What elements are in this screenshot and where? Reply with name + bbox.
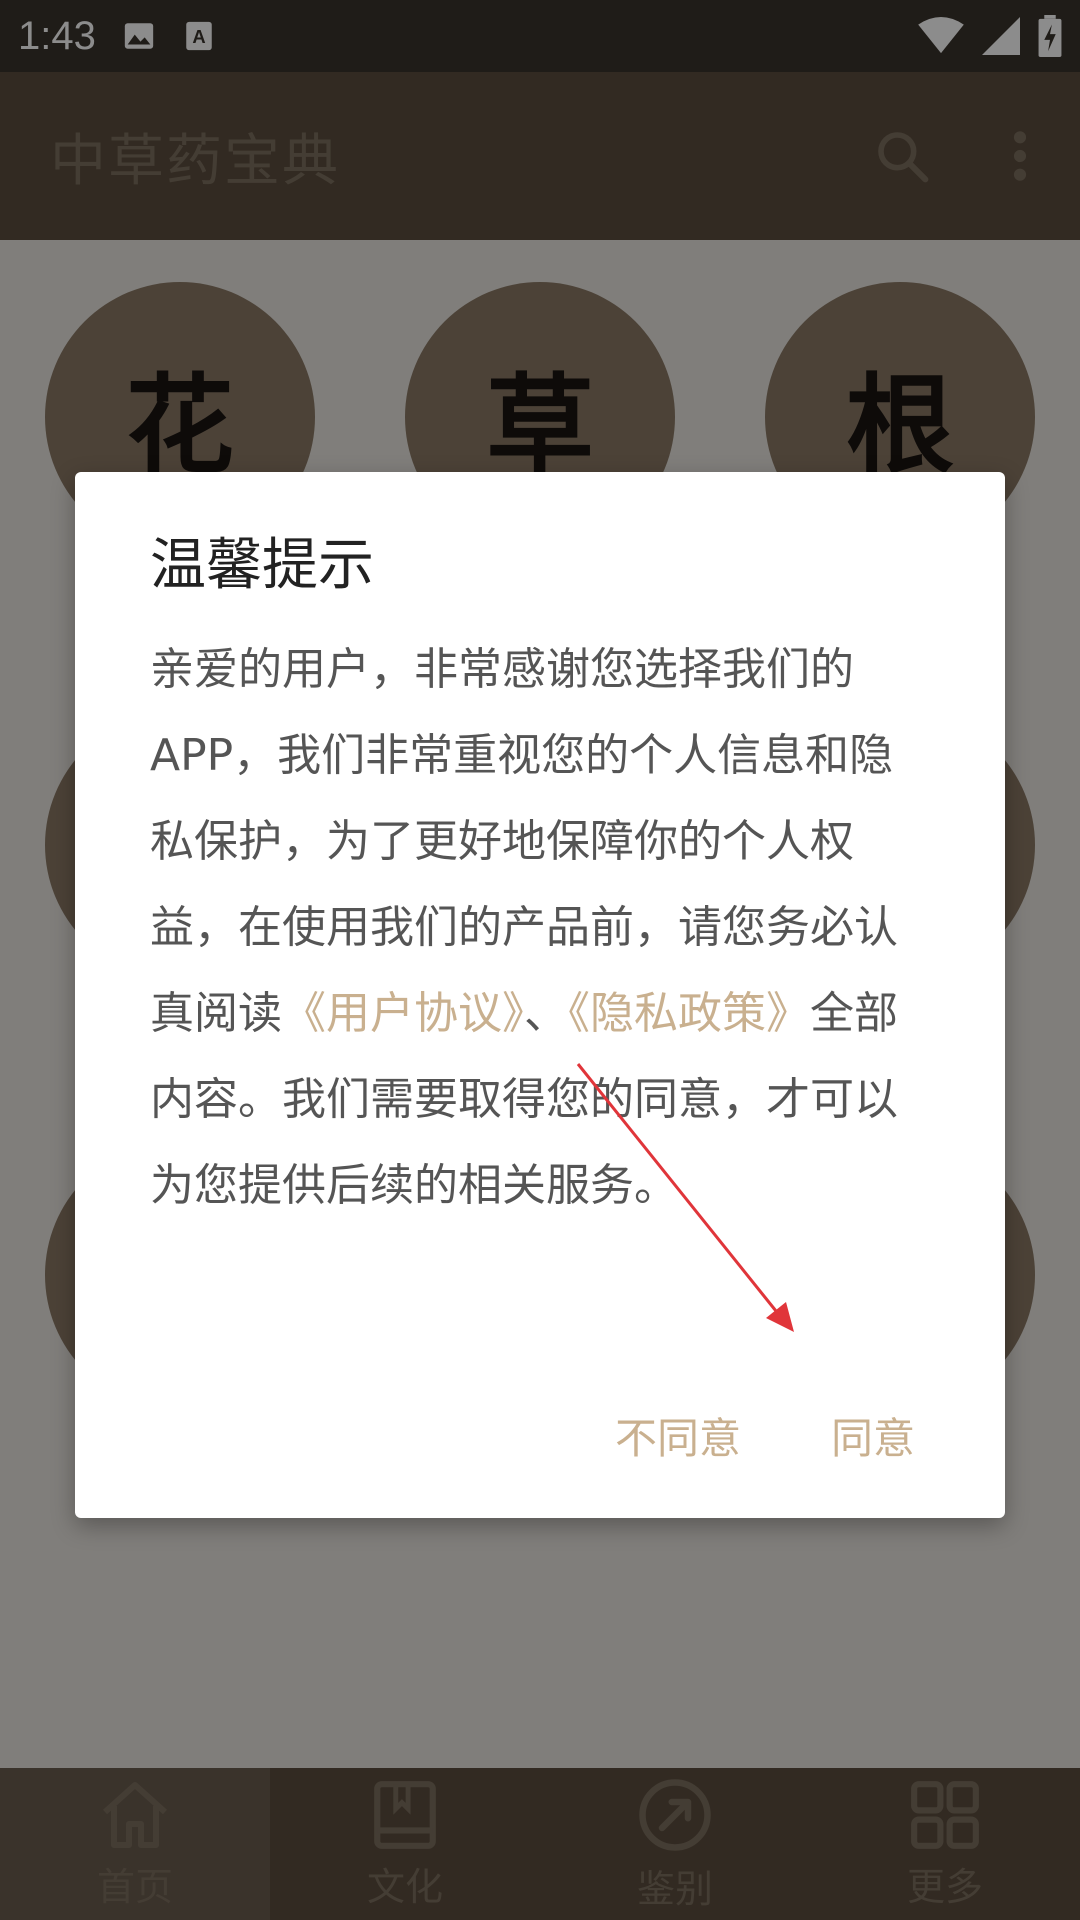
dialog-text: 、	[524, 988, 568, 1040]
user-agreement-link[interactable]: 《用户协议》	[282, 988, 524, 1039]
privacy-policy-link[interactable]: 《隐私政策》	[568, 988, 810, 1039]
disagree-button[interactable]: 不同意	[615, 1405, 741, 1466]
dialog-message: 亲爱的用户，非常感谢您选择我们的APP，我们非常重视您的个人信息和隐私保护，为了…	[150, 627, 930, 1229]
dialog-text: 亲爱的用户，非常感谢您选择我们的APP，我们非常重视您的个人信息和隐私保护，为了…	[150, 644, 898, 1040]
privacy-dialog: 温馨提示 亲爱的用户，非常感谢您选择我们的APP，我们非常重视您的个人信息和隐私…	[75, 472, 1005, 1518]
agree-button[interactable]: 同意	[831, 1405, 915, 1466]
dialog-title: 温馨提示	[150, 533, 374, 598]
dialog-actions: 不同意 同意	[75, 1405, 1005, 1466]
